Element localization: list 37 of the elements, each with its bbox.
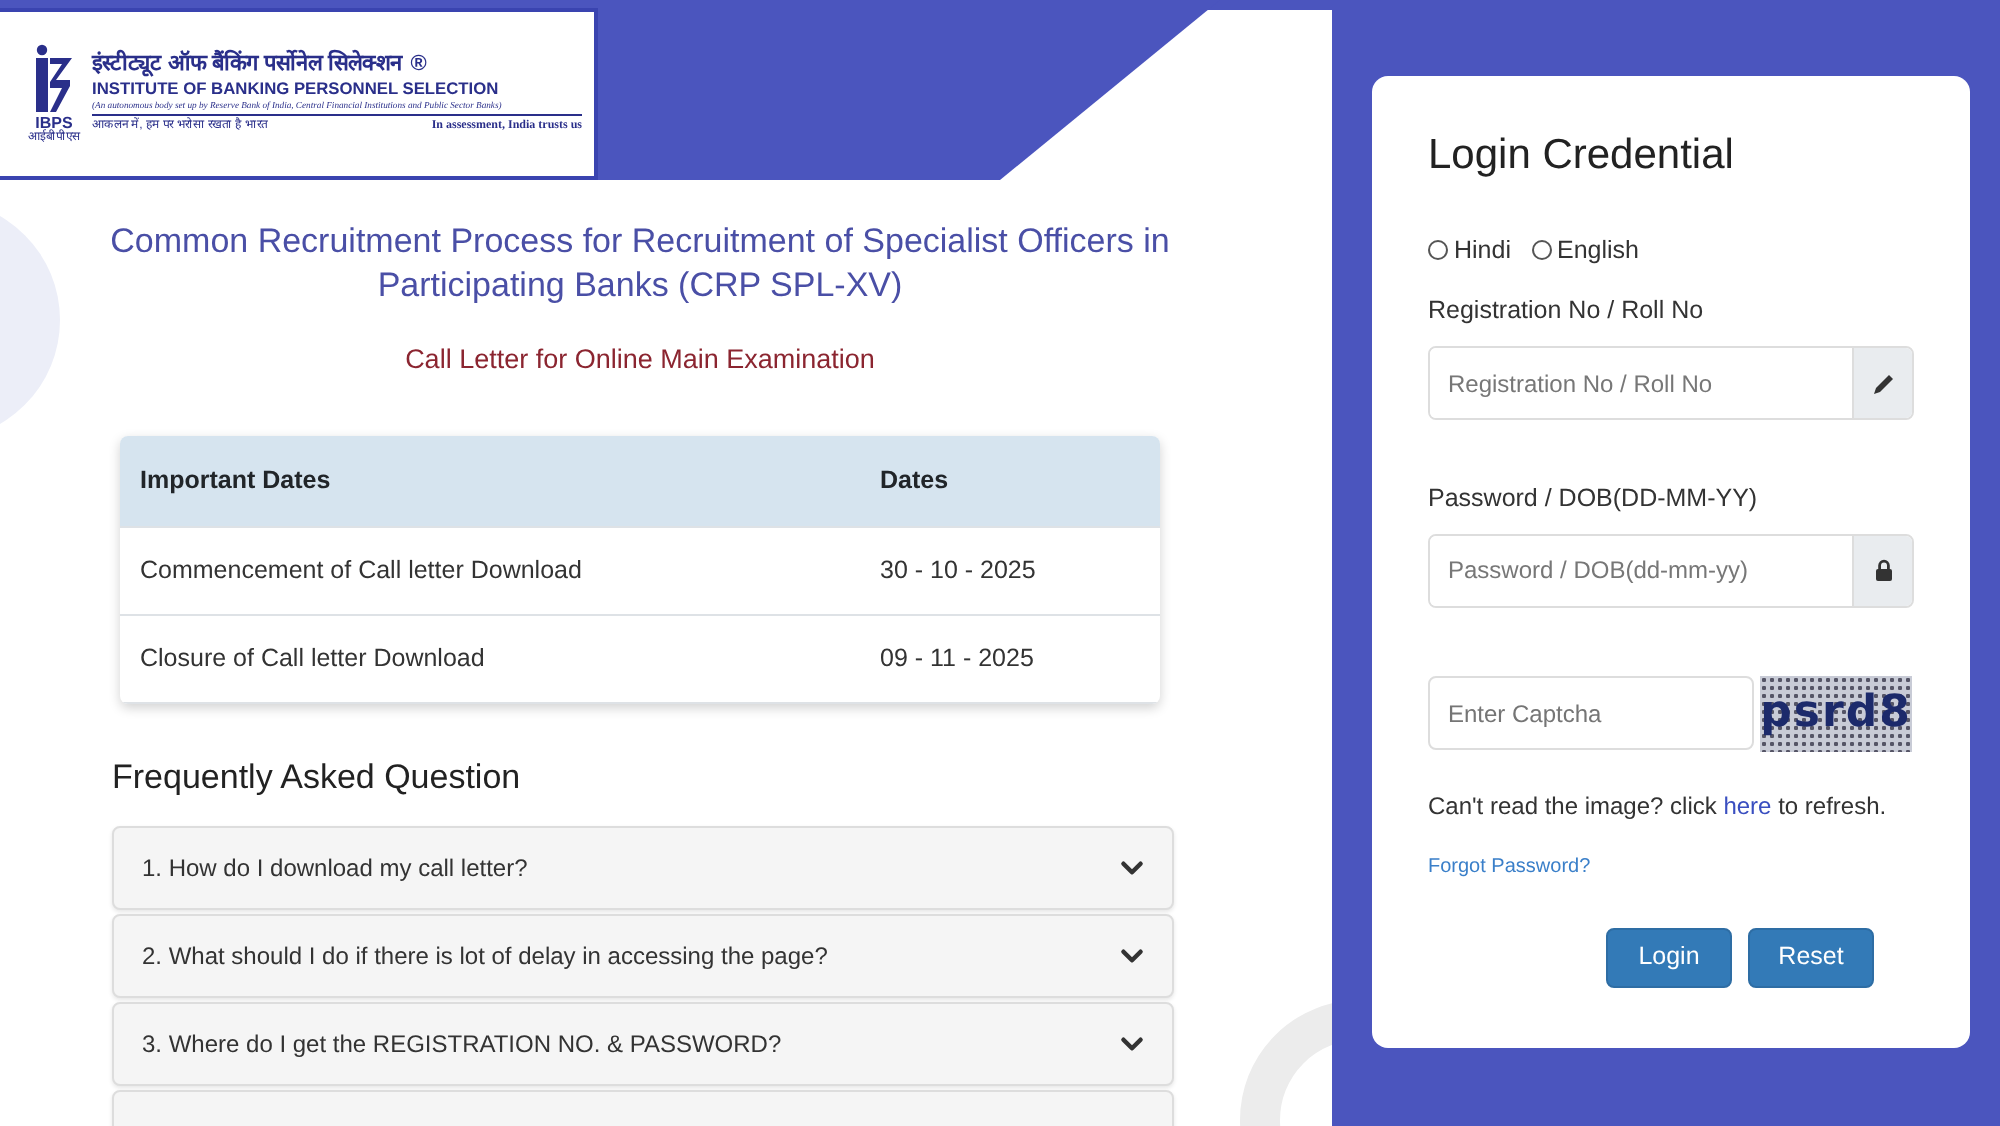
forgot-password-link[interactable]: Forgot Password? [1428,851,1591,882]
faq-question: 3. Where do I get the REGISTRATION NO. & PASSWORD? [142,1028,782,1063]
lock-icon [1871,558,1895,583]
pencil-icon [1871,371,1895,395]
table-cell: 09 - 11 - 2025 [860,614,1160,703]
faq-question: 2. What should I do if there is lot of delay in accessing the page? [142,940,828,975]
refresh-link[interactable]: here [1723,791,1772,820]
faq-question: 1. How do I download my call letter? [142,852,528,887]
column-header: Dates [860,436,1160,528]
registered-mark: ® [410,51,427,78]
login-button[interactable]: Login [1606,927,1732,988]
page-title: Common Recruitment Process for Recruitment of Specialist Officers in Participating Banks (CRP SPL-XV) [108,220,1172,309]
page-subtitle: Call Letter for Online Main Examination [403,342,877,379]
field-label: Registration No / Roll No [1428,294,1706,329]
faq-item[interactable]: 2. What should I do if there is lot of delay in accessing the page? [112,914,1174,999]
table-cell: Commencement of Call letter Download [120,527,860,615]
input-field[interactable]: Registration No / Roll No [1428,346,1914,420]
captcha-image: psrd8 [1760,675,1912,752]
input-field[interactable]: Password / DOB(dd-mm-yy) [1428,533,1914,608]
captcha-field[interactable]: Enter Captcha [1428,676,1754,751]
table-cell: Closure of Call letter Download [120,614,860,703]
faq-heading: Frequently Asked Question [112,755,523,800]
faq-item[interactable]: 3. Where do I get the REGISTRATION NO. & PASSWORD? [112,1002,1174,1087]
table-cell: 30 - 10 - 2025 [860,527,1160,615]
logo-hindi-name: इंस्टीट्यूट ऑफ बैंकिंग पर्सोनेल सिलेक्शन [92,51,403,78]
field-label: Password / DOB(DD-MM-YY) [1428,482,1760,516]
language-radio[interactable]: English [1531,231,1639,269]
logo-icon [32,43,76,116]
logo-abbreviation: IBPS [35,115,73,132]
reset-button[interactable]: Reset [1748,927,1874,988]
language-radio[interactable]: Hindi [1428,231,1511,269]
logo-english-name: INSTITUTE OF BANKING PERSONNEL SELECTION [92,77,501,100]
login-title: Login Credential [1428,130,1736,182]
background-ring [1240,1000,1332,1126]
faq-item[interactable]: 1. How do I download my call letter? [112,826,1174,911]
column-header: Important Dates [120,436,860,528]
refresh-hint: Can't read the image? click here to refresh. [1428,789,1889,824]
